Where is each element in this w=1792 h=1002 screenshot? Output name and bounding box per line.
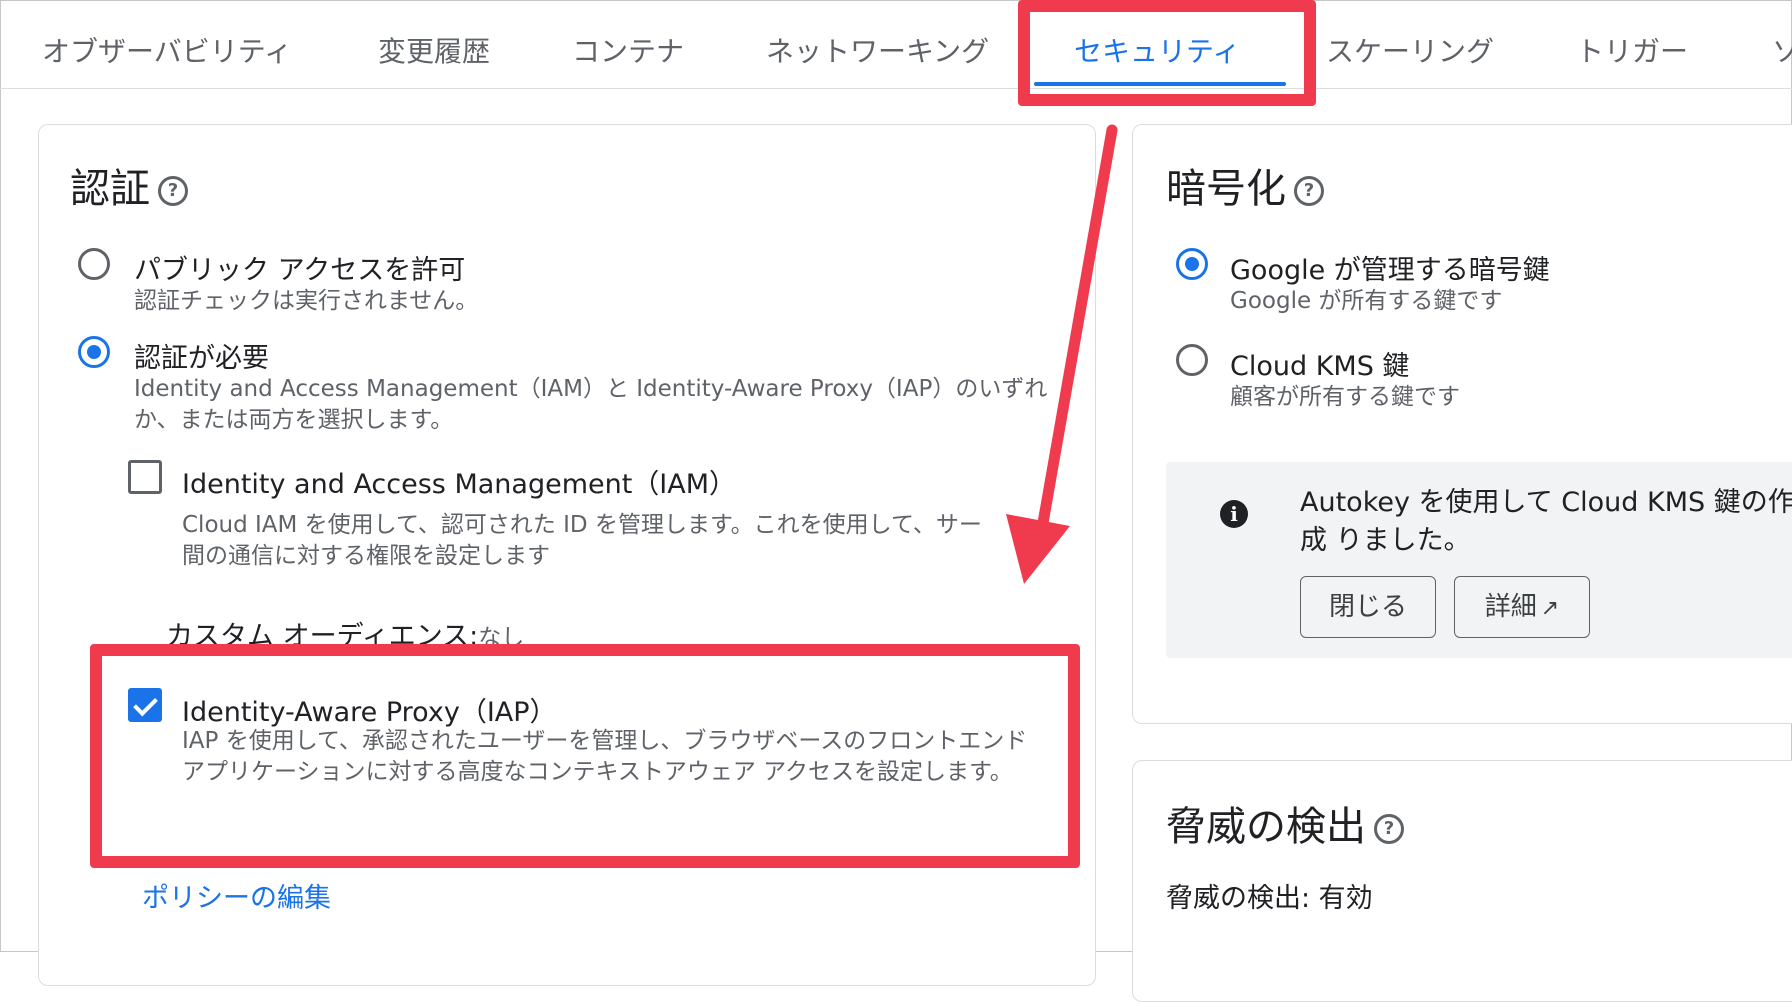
annotation-arrow — [1006, 124, 1118, 584]
arrow-shaft — [1034, 124, 1118, 546]
arrow-head — [1006, 514, 1070, 584]
